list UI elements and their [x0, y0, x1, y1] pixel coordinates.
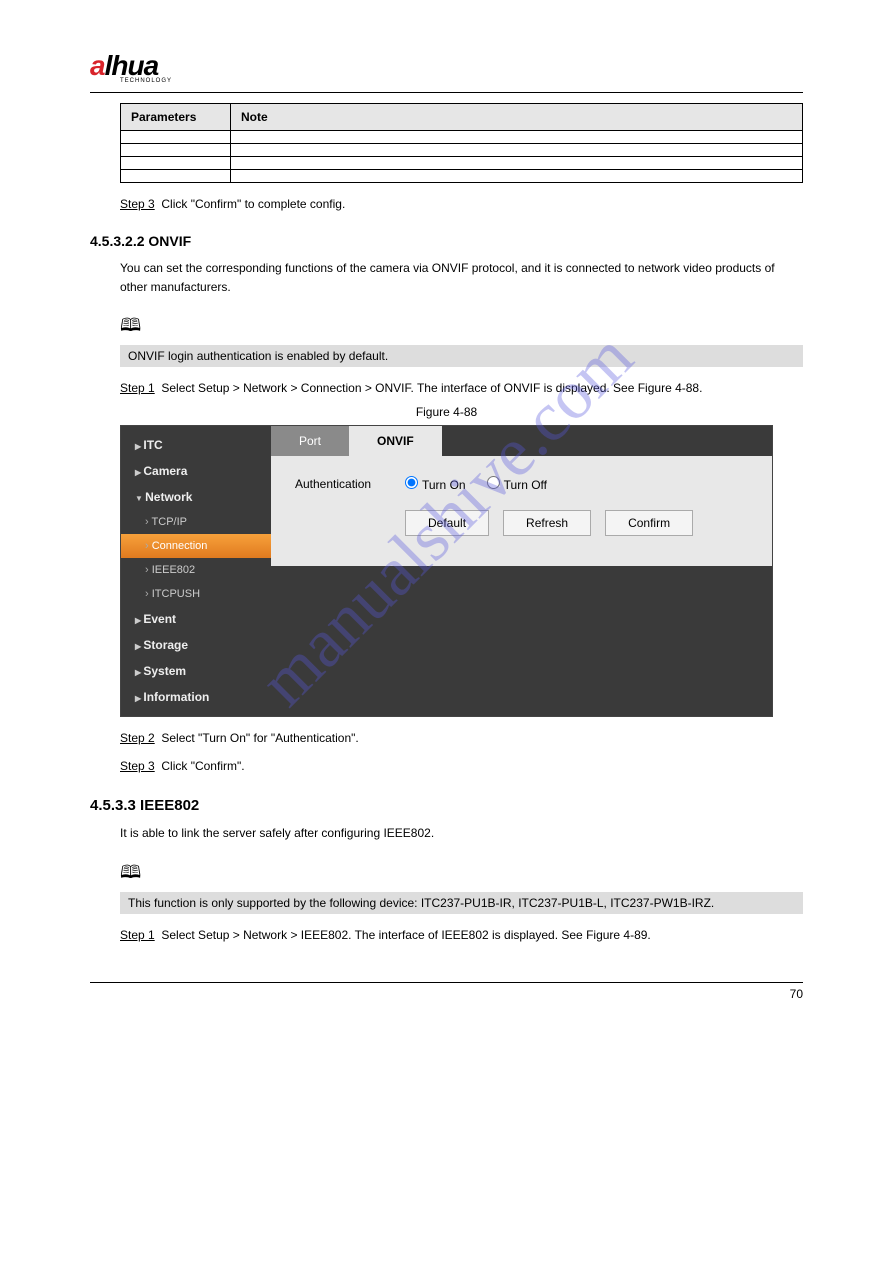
logo-subtext: TECHNOLOGY [120, 78, 803, 84]
auth-row: Authentication Turn On Turn Off [295, 476, 748, 492]
tab-body: Authentication Turn On Turn Off Default … [271, 456, 772, 566]
dark-spacer [271, 566, 772, 586]
step-1b-label: Step 1 [120, 928, 155, 942]
confirm-button[interactable]: Confirm [605, 510, 693, 536]
side-nav: ITC Camera Network TCP/IP Connection IEE… [121, 426, 271, 716]
step-2-label: Step 2 [120, 731, 155, 745]
radio-turn-off-input[interactable] [487, 476, 500, 489]
step-2: Step 2 Select "Turn On" for "Authenticat… [120, 731, 803, 745]
default-button[interactable]: Default [405, 510, 489, 536]
table-row [121, 157, 803, 170]
step-1-text: Select Setup > Network > Connection > ON… [161, 381, 702, 395]
brand-logo: alhua TECHNOLOGY [90, 50, 803, 84]
page-number: 70 [90, 982, 803, 1001]
auth-radio-group: Turn On Turn Off [405, 476, 565, 492]
onvif-note: ONVIF login authentication is enabled by… [120, 345, 803, 367]
step-3: Step 3 Click "Confirm" to complete confi… [120, 197, 803, 211]
step-3-text: Click "Confirm" to complete config. [161, 197, 345, 211]
content-pane: Port ONVIF Authentication Turn On Turn O… [271, 426, 772, 716]
step-1: Step 1 Select Setup > Network > Connecti… [120, 381, 803, 395]
ieee-note: This function is only supported by the f… [120, 892, 803, 914]
nav-information[interactable]: Information [121, 684, 271, 710]
ieee-intro: It is able to link the server safely aft… [120, 824, 803, 843]
nav-ieee802[interactable]: IEEE802 [121, 558, 271, 582]
radio-turn-on[interactable]: Turn On [405, 478, 466, 492]
heading-onvif: 4.5.3.2.2 ONVIF [90, 233, 803, 249]
header-divider [90, 92, 803, 93]
nav-connection[interactable]: Connection [121, 534, 271, 558]
step-1b-text: Select Setup > Network > IEEE802. The in… [161, 928, 650, 942]
onvif-intro: You can set the corresponding functions … [120, 259, 803, 297]
nav-camera[interactable]: Camera [121, 458, 271, 484]
nav-itc[interactable]: ITC [121, 432, 271, 458]
auth-label: Authentication [295, 477, 405, 491]
table-row [121, 144, 803, 157]
button-row: Default Refresh Confirm [405, 510, 748, 536]
logo-rest: lhua [105, 50, 159, 81]
step-1b: Step 1 Select Setup > Network > IEEE802.… [120, 928, 803, 942]
step-2-text: Select "Turn On" for "Authentication". [161, 731, 358, 745]
onvif-screenshot: ITC Camera Network TCP/IP Connection IEE… [120, 425, 773, 717]
step-3-label: Step 3 [120, 197, 155, 211]
radio-turn-on-input[interactable] [405, 476, 418, 489]
nav-tcpip[interactable]: TCP/IP [121, 510, 271, 534]
step-3b-label: Step 3 [120, 759, 155, 773]
note-icon: 🕮 [120, 313, 803, 343]
figure-caption-88: Figure 4-88 [90, 405, 803, 419]
nav-system[interactable]: System [121, 658, 271, 684]
tabs-row: Port ONVIF [271, 426, 772, 456]
table-header-param: Parameters [121, 104, 231, 131]
refresh-button[interactable]: Refresh [503, 510, 591, 536]
nav-event[interactable]: Event [121, 606, 271, 632]
nav-storage[interactable]: Storage [121, 632, 271, 658]
step-3b-text: Click "Confirm". [161, 759, 244, 773]
parameters-table: Parameters Note [120, 103, 803, 183]
table-row [121, 131, 803, 144]
heading-ieee802: 4.5.3.3 IEEE802 [90, 797, 803, 814]
table-header-note: Note [231, 104, 803, 131]
nav-network[interactable]: Network [121, 484, 271, 510]
note-icon-2: 🕮 [120, 860, 803, 890]
radio-turn-off-label: Turn Off [504, 478, 547, 492]
table-row [121, 170, 803, 183]
step-1-label: Step 1 [120, 381, 155, 395]
radio-turn-off[interactable]: Turn Off [487, 478, 547, 492]
logo-letter: a [90, 50, 105, 81]
step-3b: Step 3 Click "Confirm". [120, 759, 803, 773]
radio-turn-on-label: Turn On [422, 478, 466, 492]
tab-port[interactable]: Port [271, 426, 349, 456]
nav-itcpush[interactable]: ITCPUSH [121, 582, 271, 606]
tab-onvif[interactable]: ONVIF [349, 426, 442, 456]
